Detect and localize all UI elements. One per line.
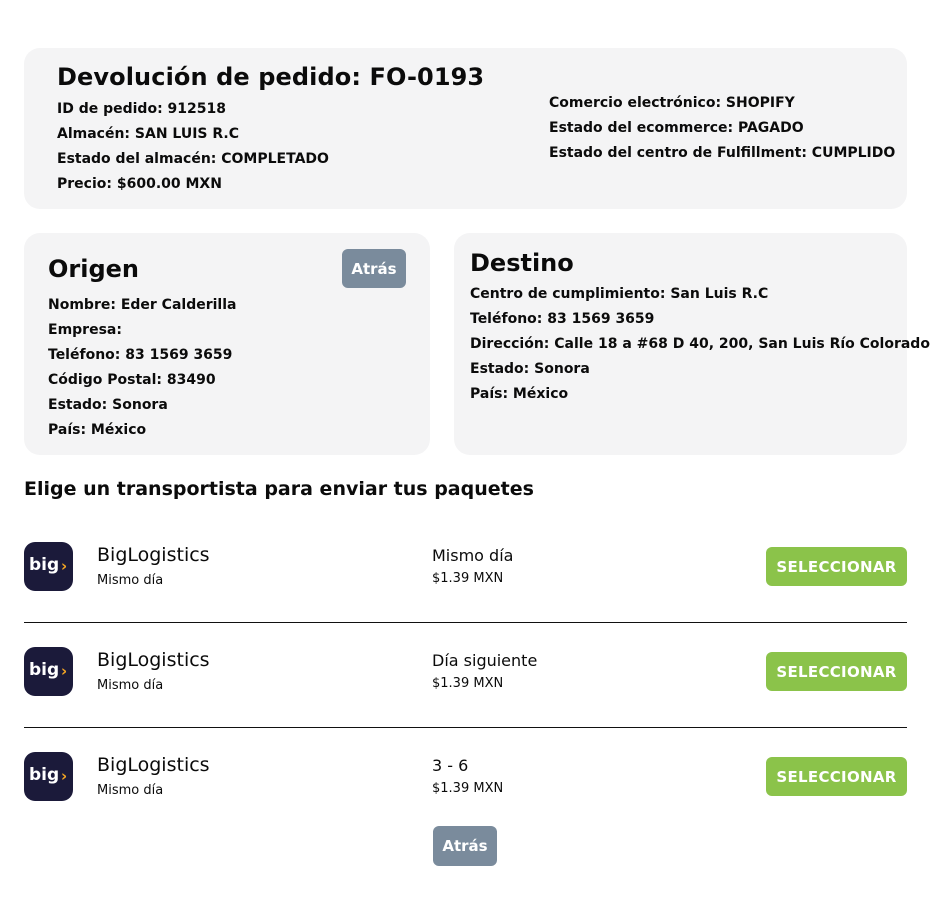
destination-title: Destino <box>470 249 574 277</box>
carrier-logo: big › <box>24 542 73 591</box>
destination-state: Estado: Sonora <box>470 361 590 377</box>
carrier-subtitle: Mismo día <box>97 678 164 693</box>
carrier-logo-text: big <box>29 660 60 680</box>
carrier-service: Día siguiente <box>432 651 538 670</box>
origin-country: País: México <box>48 422 147 438</box>
destination-country: País: México <box>470 386 569 402</box>
carrier-row: big › BigLogistics Mismo día Mismo día $… <box>24 517 907 623</box>
carrier-service: 3 - 6 <box>432 756 469 775</box>
order-price: Precio: $600.00 MXN <box>57 176 222 192</box>
carrier-price: $1.39 MXN <box>432 676 504 691</box>
carrier-price: $1.39 MXN <box>432 571 504 586</box>
carrier-name: BigLogistics <box>97 754 210 776</box>
back-button-top[interactable]: Atrás <box>342 249 406 288</box>
carrier-section-title: Elige un transportista para enviar tus p… <box>24 478 534 500</box>
origin-postal-code: Código Postal: 83490 <box>48 372 216 388</box>
select-carrier-button[interactable]: SELECCIONAR <box>766 547 907 586</box>
destination-address: Dirección: Calle 18 a #68 D 40, 200, San… <box>470 336 930 352</box>
origin-title: Origen <box>48 255 140 283</box>
back-button-bottom[interactable]: Atrás <box>433 826 497 866</box>
origin-state: Estado: Sonora <box>48 397 168 413</box>
carrier-row: big › BigLogistics Mismo día 3 - 6 $1.39… <box>24 727 907 832</box>
origin-phone: Teléfono: 83 1569 3659 <box>48 347 233 363</box>
chevron-right-icon: › <box>61 662 68 680</box>
destination-fulfillment-center: Centro de cumplimiento: San Luis R.C <box>470 286 769 302</box>
carrier-logo-text: big <box>29 555 60 575</box>
order-id: ID de pedido: 912518 <box>57 101 226 117</box>
chevron-right-icon: › <box>61 767 68 785</box>
select-carrier-button[interactable]: SELECCIONAR <box>766 652 907 691</box>
order-title: Devolución de pedido: FO-0193 <box>57 63 485 91</box>
carrier-service: Mismo día <box>432 546 514 565</box>
select-carrier-button[interactable]: SELECCIONAR <box>766 757 907 796</box>
destination-phone: Teléfono: 83 1569 3659 <box>470 311 655 327</box>
carrier-logo: big › <box>24 647 73 696</box>
warehouse: Almacén: SAN LUIS R.C <box>57 126 239 142</box>
order-summary-card: Devolución de pedido: FO-0193 ID de pedi… <box>24 48 907 209</box>
origin-company: Empresa: <box>48 322 122 338</box>
origin-card: Origen Atrás Nombre: Eder Calderilla Emp… <box>24 233 430 455</box>
carrier-price: $1.39 MXN <box>432 781 504 796</box>
destination-card: Destino Centro de cumplimiento: San Luis… <box>454 233 930 455</box>
carrier-name: BigLogistics <box>97 544 210 566</box>
carrier-subtitle: Mismo día <box>97 573 164 588</box>
ecommerce-status: Estado del ecommerce: PAGADO <box>549 120 804 136</box>
ecommerce: Comercio electrónico: SHOPIFY <box>549 95 795 111</box>
carrier-row: big › BigLogistics Mismo día Día siguien… <box>24 622 907 728</box>
carrier-logo: big › <box>24 752 73 801</box>
carrier-logo-text: big <box>29 765 60 785</box>
carrier-name: BigLogistics <box>97 649 210 671</box>
chevron-right-icon: › <box>61 557 68 575</box>
carrier-subtitle: Mismo día <box>97 783 164 798</box>
fulfillment-status: Estado del centro de Fulfillment: CUMPLI… <box>549 145 896 161</box>
origin-name: Nombre: Eder Calderilla <box>48 297 237 313</box>
warehouse-status: Estado del almacén: COMPLETADO <box>57 151 329 167</box>
